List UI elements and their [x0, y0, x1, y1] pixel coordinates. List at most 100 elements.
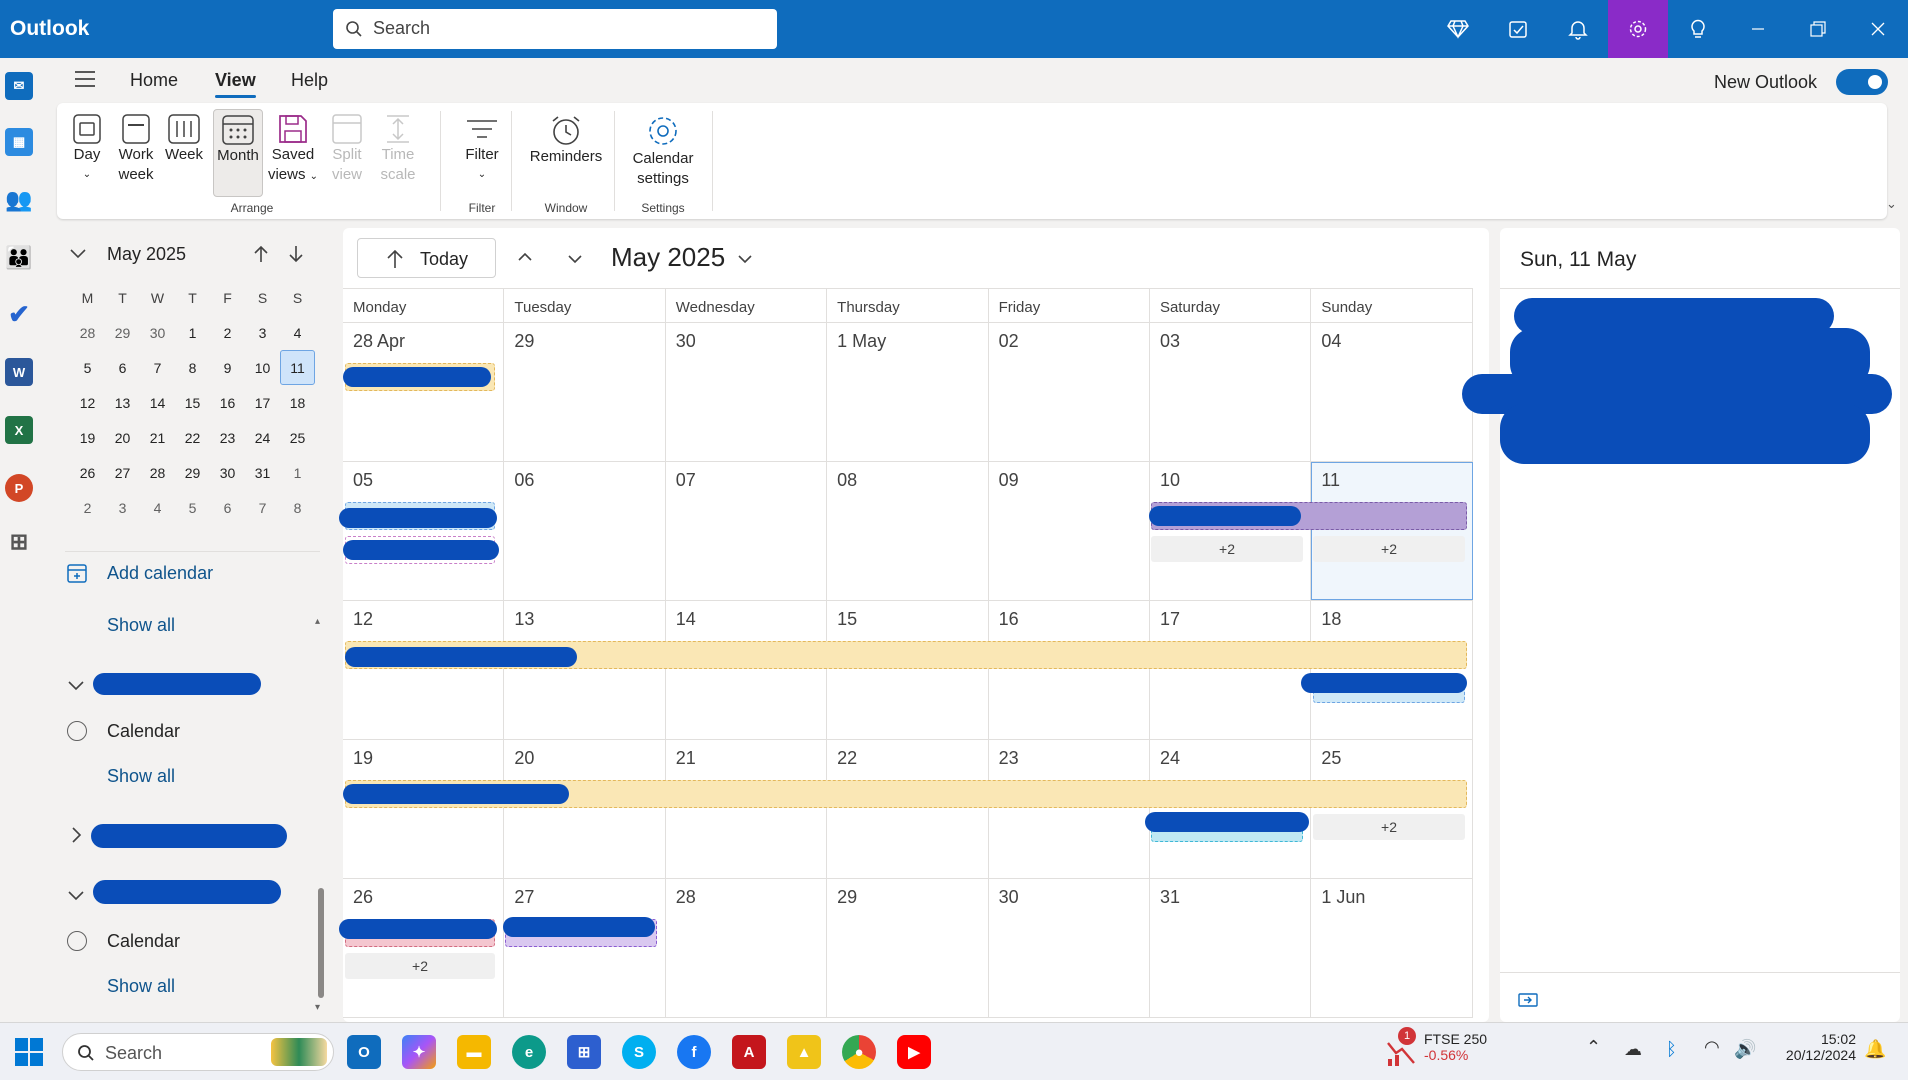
day-cell[interactable]: 1 May	[827, 323, 989, 461]
mini-day[interactable]: 2	[210, 315, 245, 350]
mini-day[interactable]: 17	[245, 385, 280, 420]
more-events-button[interactable]: +2	[1313, 814, 1465, 840]
day-cell[interactable]: 25	[1311, 740, 1473, 878]
notifications-bell-icon[interactable]: 🔔	[1864, 1039, 1886, 1060]
day-cell[interactable]: 20	[504, 740, 666, 878]
work-week-view-button[interactable]: Work week	[114, 109, 158, 197]
chrome-taskbar-icon[interactable]: ●	[842, 1035, 876, 1069]
windows-start-icon[interactable]	[14, 1037, 44, 1067]
day-cell[interactable]: 27	[504, 879, 666, 1017]
mini-day[interactable]: 8	[175, 350, 210, 385]
calendar-settings-button[interactable]: Calendar settings	[617, 109, 709, 197]
expand-chevron-right-icon[interactable]	[71, 826, 83, 844]
previous-month-arrow-icon[interactable]	[253, 244, 269, 264]
day-cell[interactable]: 26	[343, 879, 505, 1017]
mini-day[interactable]: 28	[70, 315, 105, 350]
mini-day[interactable]: 25	[280, 420, 315, 455]
bluetooth-icon[interactable]: ᛒ	[1666, 1039, 1677, 1060]
day-cell[interactable]: 13	[504, 601, 666, 739]
calendar-app-icon[interactable]: ▦	[5, 128, 33, 156]
mini-day[interactable]: 21	[140, 420, 175, 455]
day-cell-today[interactable]: 11	[1311, 462, 1473, 600]
file-explorer-taskbar-icon[interactable]: ▬	[457, 1035, 491, 1069]
day-cell[interactable]: 15	[827, 601, 989, 739]
tab-view[interactable]: View	[215, 70, 256, 98]
mini-day[interactable]: 4	[280, 315, 315, 350]
mini-day[interactable]: 6	[105, 350, 140, 385]
show-all-link[interactable]: Show all	[107, 615, 175, 636]
mini-day[interactable]: 18	[280, 385, 315, 420]
day-cell[interactable]: 30	[666, 323, 828, 461]
calendar-checkbox[interactable]	[67, 721, 87, 741]
todo-app-icon[interactable]: ✔	[5, 299, 33, 329]
mini-day-selected[interactable]: 11	[280, 350, 315, 385]
tab-home[interactable]: Home	[130, 70, 178, 91]
acrobat-taskbar-icon[interactable]: A	[732, 1035, 766, 1069]
more-events-button[interactable]: +2	[1151, 536, 1303, 562]
mini-day[interactable]: 3	[105, 490, 140, 525]
more-events-button[interactable]: +2	[345, 953, 495, 979]
settings-gear-icon[interactable]	[1608, 0, 1668, 58]
day-cell[interactable]: 16	[989, 601, 1150, 739]
month-view-button[interactable]: Month	[213, 109, 263, 197]
mini-day[interactable]: 12	[70, 385, 105, 420]
search-box[interactable]: Search	[333, 9, 777, 49]
skype-taskbar-icon[interactable]: S	[622, 1035, 656, 1069]
open-pane-icon[interactable]	[1518, 992, 1538, 1008]
mini-day[interactable]: 22	[175, 420, 210, 455]
day-cell[interactable]: 06	[504, 462, 666, 600]
wifi-icon[interactable]: ◠	[1704, 1037, 1720, 1058]
show-hidden-icons-chevron-icon[interactable]: ⌃	[1586, 1037, 1601, 1058]
mini-day[interactable]: 1	[175, 315, 210, 350]
next-month-arrow-icon[interactable]	[288, 244, 304, 264]
taskbar-search[interactable]: Search	[62, 1033, 334, 1071]
mini-day[interactable]: 20	[105, 420, 140, 455]
day-view-button[interactable]: Day ⌄	[63, 109, 111, 197]
day-cell[interactable]: 19	[343, 740, 505, 878]
today-button[interactable]: Today	[357, 238, 496, 278]
outlook-taskbar-icon[interactable]: O	[347, 1035, 381, 1069]
mini-day[interactable]: 23	[210, 420, 245, 455]
day-cell[interactable]: 08	[827, 462, 989, 600]
premium-diamond-icon[interactable]	[1428, 0, 1488, 58]
day-cell[interactable]: 09	[989, 462, 1150, 600]
ribbon-expand-chevron-icon[interactable]: ⌄	[1886, 196, 1902, 212]
mini-day[interactable]: 7	[245, 490, 280, 525]
close-icon[interactable]	[1848, 0, 1908, 58]
mini-day[interactable]: 9	[210, 350, 245, 385]
my-day-icon[interactable]	[1488, 0, 1548, 58]
day-cell[interactable]: 17	[1150, 601, 1312, 739]
store-taskbar-icon[interactable]: ⊞	[567, 1035, 601, 1069]
mini-day[interactable]: 10	[245, 350, 280, 385]
day-cell[interactable]: 1 Jun	[1311, 879, 1473, 1017]
reminders-button[interactable]: Reminders	[520, 109, 612, 197]
powerpoint-app-icon[interactable]: P	[5, 474, 33, 502]
mini-day[interactable]: 6	[210, 490, 245, 525]
mini-day[interactable]: 3	[245, 315, 280, 350]
collapse-chevron-icon[interactable]	[69, 248, 87, 260]
day-cell[interactable]: 18	[1311, 601, 1473, 739]
new-outlook-toggle[interactable]	[1836, 69, 1888, 95]
week-view-button[interactable]: Week	[161, 109, 207, 197]
day-cell[interactable]: 04	[1311, 323, 1473, 461]
scroll-down-arrow-icon[interactable]: ▾	[315, 1002, 320, 1013]
day-cell[interactable]: 29	[504, 323, 666, 461]
day-cell[interactable]: 28	[666, 879, 828, 1017]
mini-day[interactable]: 7	[140, 350, 175, 385]
day-cell[interactable]: 21	[666, 740, 828, 878]
stock-widget[interactable]: FTSE 250 -0.56%	[1424, 1031, 1487, 1063]
show-all-link[interactable]: Show all	[107, 976, 175, 997]
mini-day[interactable]: 26	[70, 455, 105, 490]
collapse-chevron-icon[interactable]	[67, 890, 85, 902]
mini-day[interactable]: 30	[210, 455, 245, 490]
show-all-link[interactable]: Show all	[107, 766, 175, 787]
more-apps-icon[interactable]: ⊞	[5, 528, 33, 556]
previous-chevron-up-icon[interactable]	[517, 252, 533, 262]
tips-lightbulb-icon[interactable]	[1668, 0, 1728, 58]
mini-day[interactable]: 5	[175, 490, 210, 525]
mini-day[interactable]: 24	[245, 420, 280, 455]
day-cell[interactable]: 28 Apr	[343, 323, 505, 461]
next-chevron-down-icon[interactable]	[567, 254, 583, 264]
collapse-chevron-icon[interactable]	[67, 680, 85, 692]
calendar-name[interactable]: Calendar	[107, 721, 180, 742]
